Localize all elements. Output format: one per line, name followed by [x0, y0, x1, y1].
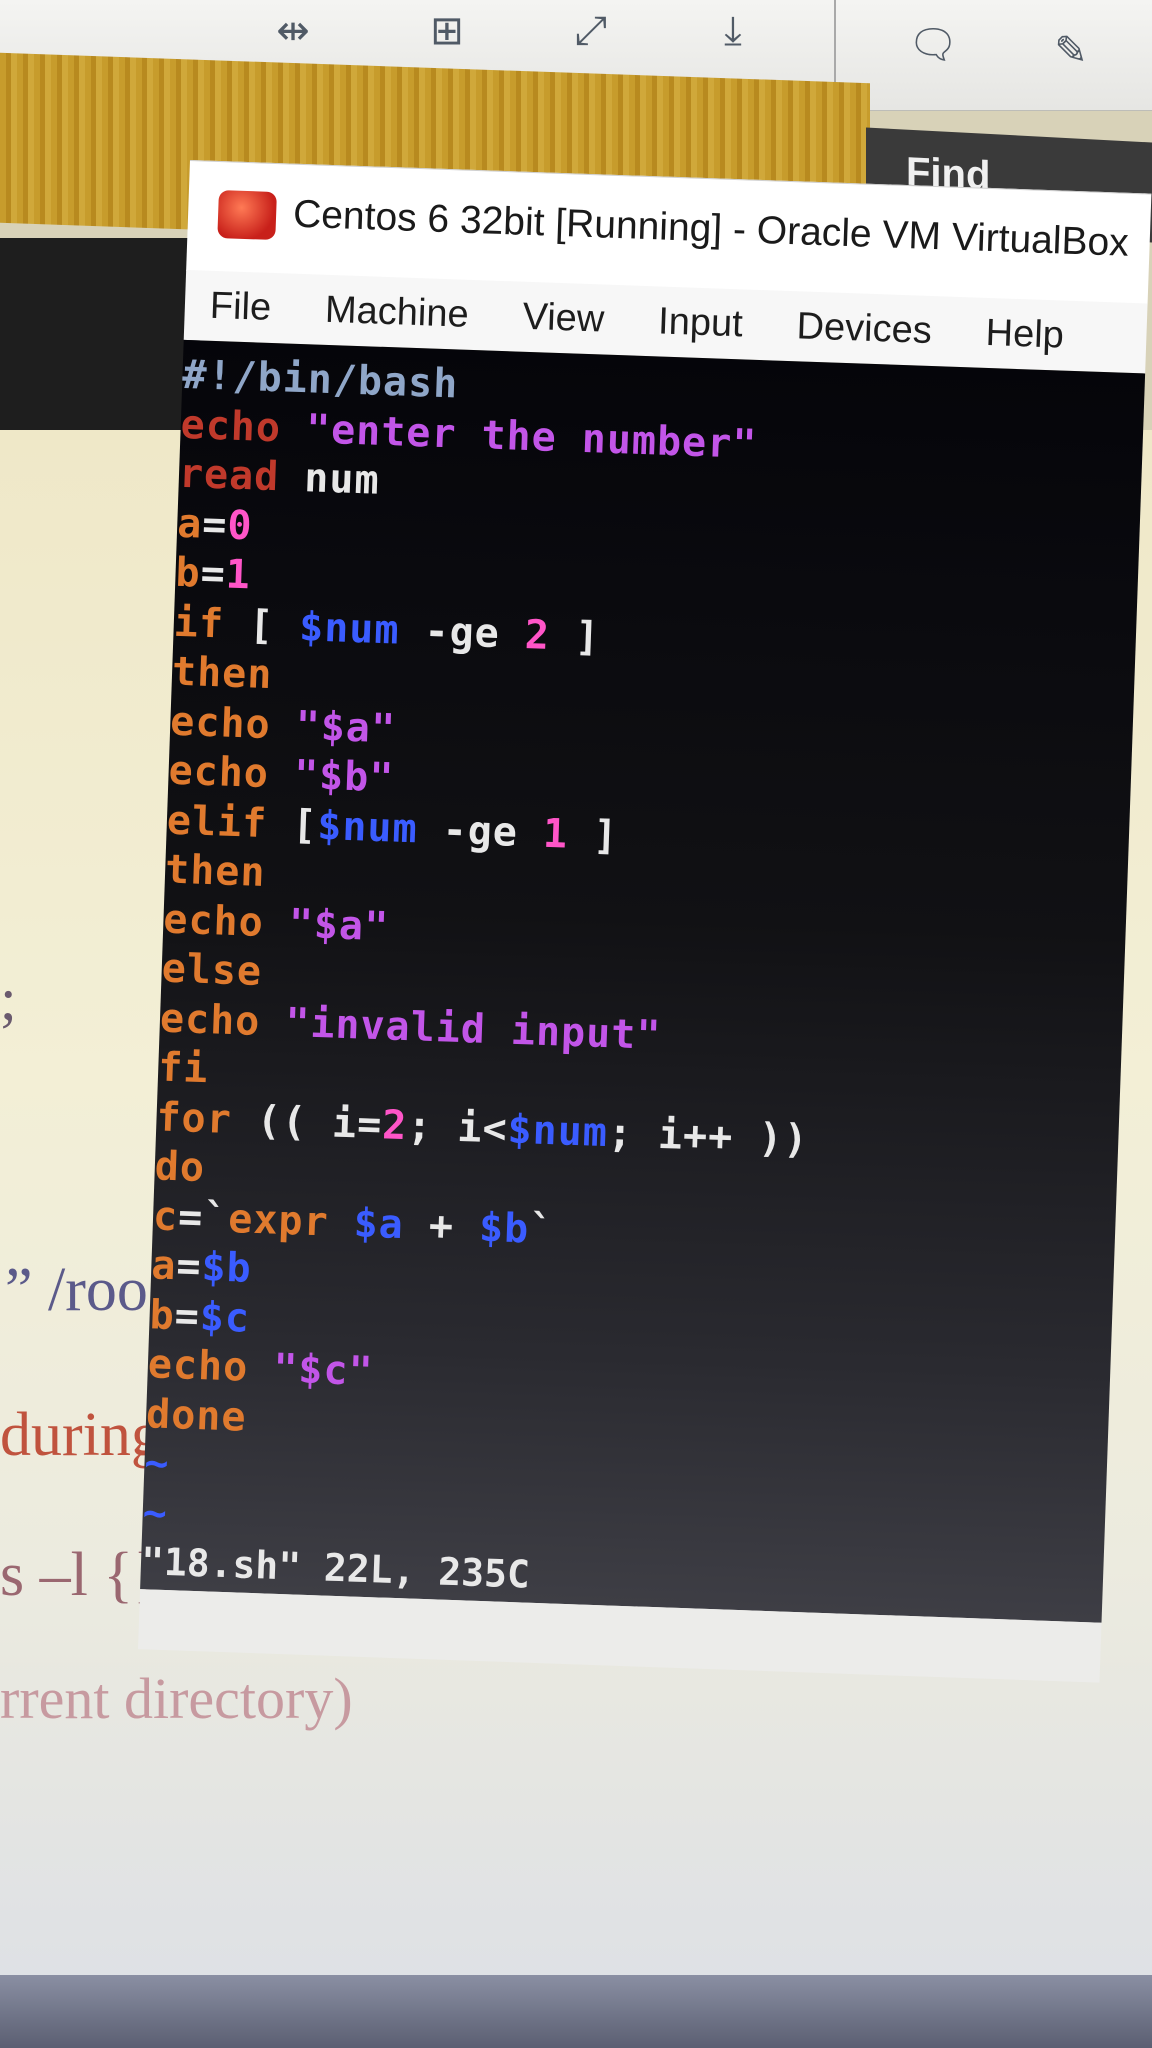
doc-fragment: ; [0, 966, 17, 1032]
menu-devices[interactable]: Devices [795, 291, 933, 366]
code-line: then [164, 846, 267, 897]
menu-view[interactable]: View [521, 282, 605, 355]
code-line: echo "$a" [162, 896, 390, 950]
doc-fragment: during [0, 1401, 162, 1469]
code-line: for (( i=2; i<$num; i++ )) [155, 1093, 810, 1163]
code-line: ~ [143, 1440, 171, 1488]
code-line: fi [157, 1044, 210, 1093]
code-line: done [145, 1390, 248, 1441]
doc-fragment: ” /roo [5, 1256, 148, 1324]
vm-console[interactable]: #!/bin/bash echo "enter the number" read n… [140, 339, 1146, 1623]
doc-fragment: s –l {} [0, 1541, 163, 1609]
code-line: b=1 [174, 549, 252, 599]
dark-panel [0, 238, 200, 438]
code-line: ~ [141, 1489, 169, 1537]
code-line: a=0 [176, 500, 254, 549]
code-line: echo "$b" [167, 747, 396, 802]
virtualbox-window: Centos 6 32bit [Running] - Oracle VM Vir… [137, 160, 1152, 1713]
code-line: b=$c [148, 1291, 251, 1342]
window-title: Centos 6 32bit [Running] - Oracle VM Vir… [292, 192, 1130, 265]
menu-help[interactable]: Help [984, 298, 1065, 371]
code-line: else [160, 945, 263, 995]
code-line: echo "$c" [147, 1341, 375, 1396]
code-line: then [171, 648, 274, 699]
highlight-icon[interactable]: ✎ [1040, 20, 1102, 82]
virtualbox-icon [217, 190, 277, 241]
fit-width-icon[interactable]: ⇹ [262, 0, 324, 62]
fit-page-icon[interactable]: ⊞ [416, 0, 478, 62]
menu-input[interactable]: Input [657, 286, 744, 359]
code-line: echo "invalid input" [159, 994, 663, 1059]
menu-machine[interactable]: Machine [324, 275, 470, 350]
menu-file[interactable]: File [209, 271, 273, 343]
code-line: echo "$a" [169, 698, 397, 753]
download-icon[interactable]: ⤓ [702, 0, 764, 62]
comment-icon[interactable]: 🗨 [902, 14, 964, 76]
taskbar [0, 1975, 1152, 2048]
code-line: read num [178, 450, 381, 504]
toolbar-divider [834, 0, 836, 90]
code-line: a=$b [150, 1242, 253, 1292]
code-line: do [154, 1143, 206, 1192]
fullscreen-icon[interactable]: ⤢ [560, 0, 622, 62]
